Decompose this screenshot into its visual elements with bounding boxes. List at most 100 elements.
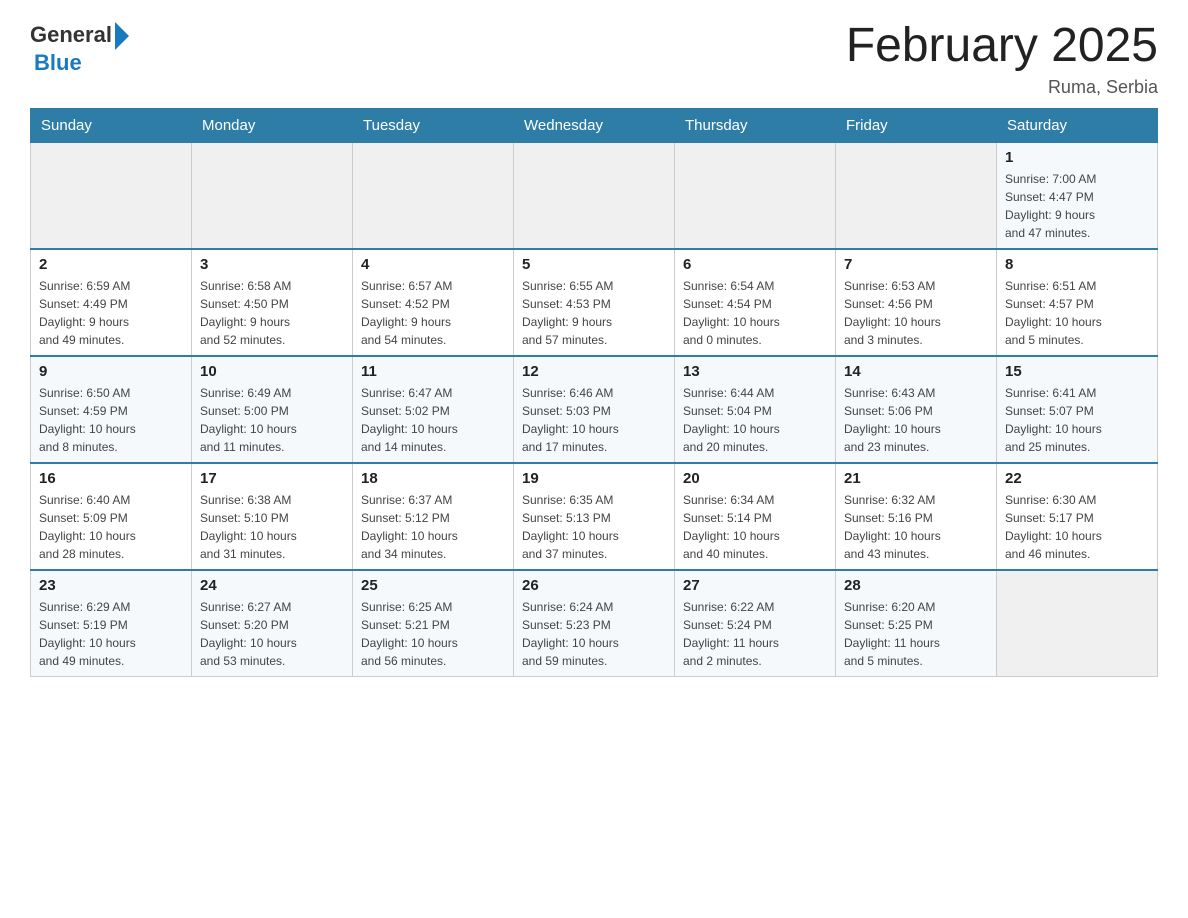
day-number: 1 [1005,149,1149,166]
table-row [192,142,353,249]
table-row [353,142,514,249]
table-row: 25Sunrise: 6:25 AMSunset: 5:21 PMDayligh… [353,570,514,677]
day-number: 23 [39,577,183,594]
table-row: 11 Sunrise: 6:47 AMSunset: 5:02 PMDayligh… [353,356,514,463]
logo-arrow-icon [115,22,129,50]
day-number: 16 [39,470,183,487]
day-info: Sunrise: 6:46 AMSunset: 5:03 PMDaylight:… [522,384,666,456]
table-row: 1 Sunrise: 7:00 AMSunset: 4:47 PMDaylight… [997,142,1158,249]
logo-general-text: General [30,22,112,48]
table-row: 22 Sunrise: 6:30 AMSunset: 5:17 PMDayligh… [997,463,1158,570]
day-number: 19 [522,470,666,487]
col-saturday: Saturday [997,108,1158,142]
day-info: Sunrise: 6:43 AMSunset: 5:06 PMDaylight:… [844,384,988,456]
day-info: Sunrise: 7:00 AMSunset: 4:47 PMDaylight:… [1005,170,1149,242]
day-info: Sunrise: 6:53 AMSunset: 4:56 PMDaylight:… [844,277,988,349]
day-number: 2 [39,256,183,273]
day-number: 9 [39,363,183,380]
col-friday: Friday [836,108,997,142]
day-number: 22 [1005,470,1149,487]
month-title: February 2025 [846,20,1158,73]
table-row: 28 Sunrise: 6:20 AMSunset: 5:25 PMDayligh… [836,570,997,677]
day-info: Sunrise: 6:24 AMSunset: 5:23 PMDaylight:… [522,598,666,670]
day-number: 3 [200,256,344,273]
day-number: 28 [844,577,988,594]
day-number: 15 [1005,363,1149,380]
table-row [675,142,836,249]
col-thursday: Thursday [675,108,836,142]
table-row [31,142,192,249]
day-info: Sunrise: 6:55 AMSunset: 4:53 PMDaylight:… [522,277,666,349]
table-row: 23 Sunrise: 6:29 AMSunset: 5:19 PMDayligh… [31,570,192,677]
title-section: February 2025 Ruma, Serbia [846,20,1158,98]
table-row: 3Sunrise: 6:58 AMSunset: 4:50 PMDaylight… [192,249,353,356]
table-row: 10Sunrise: 6:49 AMSunset: 5:00 PMDayligh… [192,356,353,463]
day-info: Sunrise: 6:29 AMSunset: 5:19 PMDaylight:… [39,598,183,670]
day-info: Sunrise: 6:27 AMSunset: 5:20 PMDaylight:… [200,598,344,670]
day-number: 11 [361,363,505,380]
day-info: Sunrise: 6:25 AMSunset: 5:21 PMDaylight:… [361,598,505,670]
day-info: Sunrise: 6:40 AMSunset: 5:09 PMDaylight:… [39,491,183,563]
day-info: Sunrise: 6:34 AMSunset: 5:14 PMDaylight:… [683,491,827,563]
table-row [997,570,1158,677]
table-row [836,142,997,249]
day-number: 7 [844,256,988,273]
table-row: 12 Sunrise: 6:46 AMSunset: 5:03 PMDayligh… [514,356,675,463]
day-number: 18 [361,470,505,487]
page-header: General Blue February 2025 Ruma, Serbia [30,20,1158,98]
day-number: 26 [522,577,666,594]
table-row: 14 Sunrise: 6:43 AMSunset: 5:06 PMDayligh… [836,356,997,463]
table-row: 6 Sunrise: 6:54 AMSunset: 4:54 PMDaylight… [675,249,836,356]
day-info: Sunrise: 6:22 AMSunset: 5:24 PMDaylight:… [683,598,827,670]
day-info: Sunrise: 6:54 AMSunset: 4:54 PMDaylight:… [683,277,827,349]
col-wednesday: Wednesday [514,108,675,142]
table-row: 21Sunrise: 6:32 AMSunset: 5:16 PMDayligh… [836,463,997,570]
table-row [514,142,675,249]
day-number: 10 [200,363,344,380]
table-row: 8Sunrise: 6:51 AMSunset: 4:57 PMDaylight… [997,249,1158,356]
day-info: Sunrise: 6:20 AMSunset: 5:25 PMDaylight:… [844,598,988,670]
day-number: 6 [683,256,827,273]
table-row: 17Sunrise: 6:38 AMSunset: 5:10 PMDayligh… [192,463,353,570]
day-number: 17 [200,470,344,487]
table-row: 24 Sunrise: 6:27 AMSunset: 5:20 PMDayligh… [192,570,353,677]
table-row: 15 Sunrise: 6:41 AMSunset: 5:07 PMDayligh… [997,356,1158,463]
calendar-header-row: Sunday Monday Tuesday Wednesday Thursday… [31,108,1158,142]
day-number: 5 [522,256,666,273]
day-info: Sunrise: 6:59 AMSunset: 4:49 PMDaylight:… [39,277,183,349]
table-row: 16 Sunrise: 6:40 AMSunset: 5:09 PMDayligh… [31,463,192,570]
day-info: Sunrise: 6:32 AMSunset: 5:16 PMDaylight:… [844,491,988,563]
calendar-table: Sunday Monday Tuesday Wednesday Thursday… [30,108,1158,677]
day-info: Sunrise: 6:57 AMSunset: 4:52 PMDaylight:… [361,277,505,349]
day-number: 14 [844,363,988,380]
table-row: 19 Sunrise: 6:35 AMSunset: 5:13 PMDayligh… [514,463,675,570]
day-info: Sunrise: 6:30 AMSunset: 5:17 PMDaylight:… [1005,491,1149,563]
day-info: Sunrise: 6:47 AMSunset: 5:02 PMDaylight:… [361,384,505,456]
day-number: 4 [361,256,505,273]
day-info: Sunrise: 6:37 AMSunset: 5:12 PMDaylight:… [361,491,505,563]
day-info: Sunrise: 6:41 AMSunset: 5:07 PMDaylight:… [1005,384,1149,456]
day-info: Sunrise: 6:50 AMSunset: 4:59 PMDaylight:… [39,384,183,456]
day-number: 20 [683,470,827,487]
day-info: Sunrise: 6:51 AMSunset: 4:57 PMDaylight:… [1005,277,1149,349]
table-row: 5 Sunrise: 6:55 AMSunset: 4:53 PMDaylight… [514,249,675,356]
day-number: 12 [522,363,666,380]
table-row: 18 Sunrise: 6:37 AMSunset: 5:12 PMDayligh… [353,463,514,570]
table-row: 9 Sunrise: 6:50 AMSunset: 4:59 PMDaylight… [31,356,192,463]
col-monday: Monday [192,108,353,142]
table-row: 26 Sunrise: 6:24 AMSunset: 5:23 PMDayligh… [514,570,675,677]
logo-blue-text: Blue [34,50,82,76]
table-row: 7 Sunrise: 6:53 AMSunset: 4:56 PMDaylight… [836,249,997,356]
day-info: Sunrise: 6:35 AMSunset: 5:13 PMDaylight:… [522,491,666,563]
day-number: 27 [683,577,827,594]
table-row: 4 Sunrise: 6:57 AMSunset: 4:52 PMDaylight… [353,249,514,356]
col-tuesday: Tuesday [353,108,514,142]
day-number: 13 [683,363,827,380]
logo: General Blue [30,20,129,76]
col-sunday: Sunday [31,108,192,142]
location-label: Ruma, Serbia [846,77,1158,98]
table-row: 27 Sunrise: 6:22 AMSunset: 5:24 PMDayligh… [675,570,836,677]
table-row: 2 Sunrise: 6:59 AMSunset: 4:49 PMDaylight… [31,249,192,356]
day-info: Sunrise: 6:44 AMSunset: 5:04 PMDaylight:… [683,384,827,456]
day-number: 24 [200,577,344,594]
